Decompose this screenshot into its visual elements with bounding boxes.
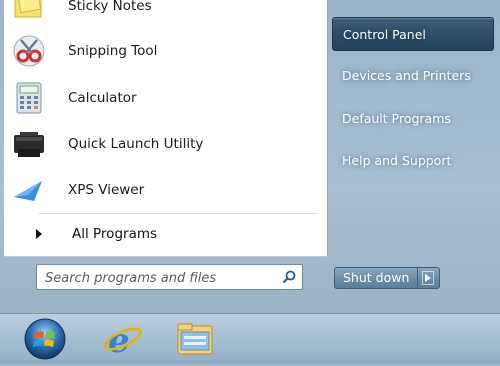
internet-explorer-icon[interactable]: e <box>100 316 146 362</box>
programs-pane: Sticky Notes Snipping Tool Calculator Qu… <box>4 0 328 257</box>
program-label: XPS Viewer <box>68 182 145 198</box>
search-icon[interactable] <box>282 270 296 284</box>
control-panel-label: Control Panel <box>343 26 426 42</box>
program-label: Calculator <box>68 90 137 106</box>
help-support-label: Help and Support <box>342 152 452 168</box>
program-xps-viewer[interactable]: XPS Viewer <box>12 170 317 210</box>
default-programs-item[interactable]: Default Programs <box>332 101 494 135</box>
start-orb-icon[interactable] <box>22 316 68 362</box>
divider <box>38 213 318 214</box>
taskbar: e <box>0 313 500 364</box>
search-input[interactable] <box>43 267 279 289</box>
devices-printers-label: Devices and Printers <box>342 67 471 83</box>
calculator-icon <box>12 81 46 115</box>
search-box[interactable] <box>36 264 303 290</box>
control-panel-item[interactable]: Control Panel <box>332 17 494 51</box>
default-programs-label: Default Programs <box>342 110 451 126</box>
program-quick-launch-utility[interactable]: Quick Launch Utility <box>12 124 317 164</box>
snipping-tool-icon <box>12 34 46 68</box>
start-menu: Sticky Notes Snipping Tool Calculator Qu… <box>0 0 500 313</box>
shutdown-group: Shut down <box>334 267 441 289</box>
program-calculator[interactable]: Calculator <box>12 78 317 118</box>
all-programs-item[interactable]: All Programs <box>12 221 317 247</box>
shutdown-button[interactable]: Shut down <box>334 267 419 289</box>
shutdown-options-button[interactable] <box>418 267 441 289</box>
program-sticky-notes[interactable]: Sticky Notes <box>12 0 317 26</box>
program-label: Snipping Tool <box>68 43 158 59</box>
chevron-right-icon <box>425 274 432 282</box>
devices-printers-item[interactable]: Devices and Printers <box>332 58 494 92</box>
help-support-item[interactable]: Help and Support <box>332 143 494 177</box>
arrow-right-icon <box>36 229 42 239</box>
svg-text:e: e <box>108 321 130 361</box>
program-label: Quick Launch Utility <box>68 136 204 152</box>
program-label: Sticky Notes <box>68 0 152 14</box>
file-explorer-icon[interactable] <box>172 316 218 362</box>
xps-viewer-icon <box>12 173 46 207</box>
right-pane: Control Panel Devices and Printers Defau… <box>332 0 500 256</box>
all-programs-label: All Programs <box>72 226 158 242</box>
sticky-notes-icon <box>12 0 46 23</box>
program-snipping-tool[interactable]: Snipping Tool <box>12 31 317 71</box>
printer-icon <box>12 127 46 161</box>
